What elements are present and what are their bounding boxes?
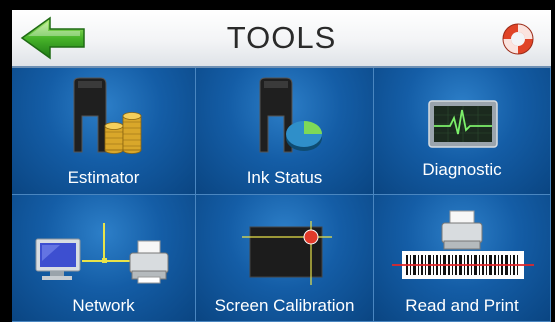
tool-label-estimator: Estimator	[67, 168, 140, 187]
tools-panel: TOOLS Estimator Ink Status Diagnostic Ne…	[12, 10, 551, 322]
cartridge-pie-icon	[259, 77, 322, 153]
device-screen: TOOLS Estimator Ink Status Diagnostic Ne…	[0, 0, 555, 322]
tool-tile-screen-calibration[interactable]: Screen Calibration	[196, 195, 374, 322]
cartridge-coins-icon	[73, 77, 142, 154]
heartbeat-monitor-icon	[428, 100, 498, 148]
lifebuoy-icon	[502, 23, 534, 55]
tool-tile-ink-status[interactable]: Ink Status	[196, 68, 374, 195]
tool-tile-diagnostic[interactable]: Diagnostic	[374, 68, 551, 195]
computer-network-printer-icon	[35, 223, 169, 284]
help-button[interactable]	[498, 21, 538, 57]
tool-label-diagnostic: Diagnostic	[422, 160, 502, 179]
barcode-printer-icon	[392, 210, 534, 279]
tool-label-network: Network	[72, 296, 135, 315]
tools-grid: Estimator Ink Status Diagnostic Network …	[12, 68, 551, 322]
page-title: TOOLS	[226, 20, 337, 55]
tool-label-read-and-print: Read and Print	[405, 296, 519, 315]
tool-tile-network[interactable]: Network	[12, 195, 196, 322]
tool-label-ink-status: Ink Status	[246, 168, 323, 187]
header-bar: TOOLS	[12, 10, 551, 68]
tool-tile-read-and-print[interactable]: Read and Print	[374, 195, 551, 322]
tool-tile-estimator[interactable]: Estimator	[12, 68, 196, 195]
tool-label-screen-calibration: Screen Calibration	[214, 296, 355, 315]
crosshair-target-icon	[242, 221, 332, 285]
